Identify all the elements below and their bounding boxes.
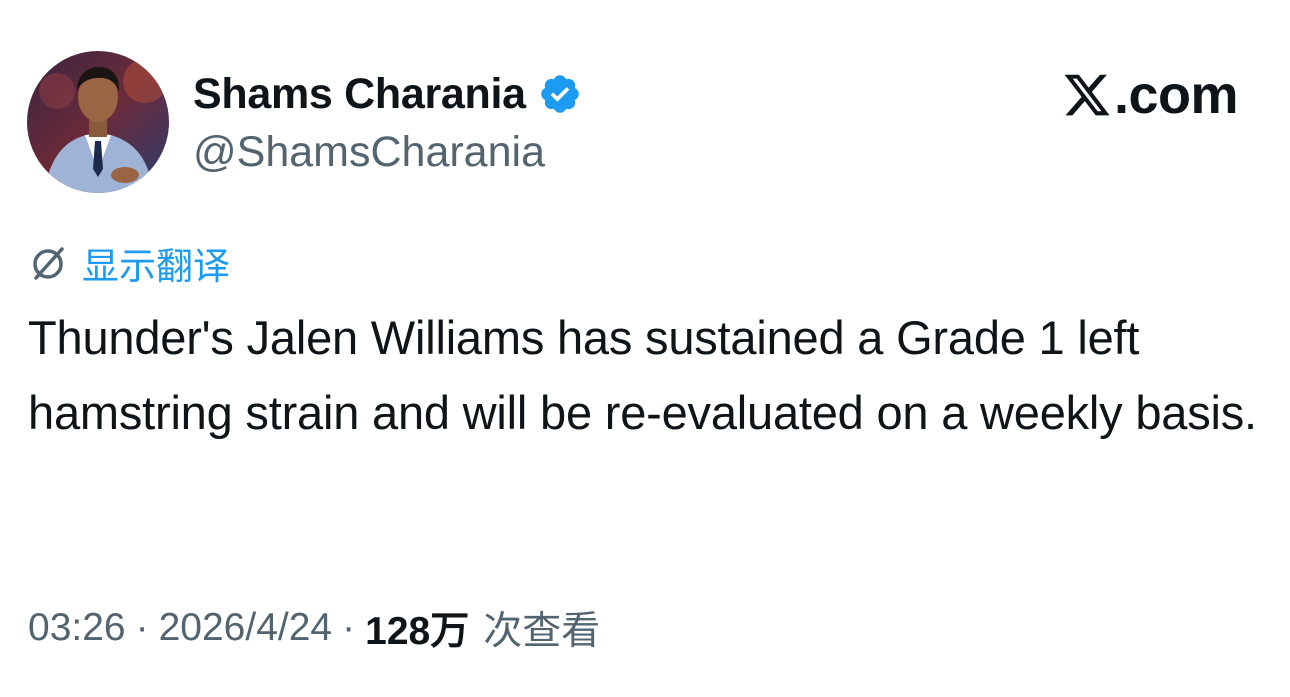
tweet-time[interactable]: 03:26 [28, 606, 126, 650]
author-display-name[interactable]: Shams Charania [193, 70, 526, 119]
tweet-meta: 03:26 · 2026/4/24 · 128万 次查看 [28, 600, 600, 656]
views-label: 次查看 [483, 609, 601, 654]
show-translation-button[interactable]: 显示翻译 [28, 236, 230, 290]
tweet-text: Thunder's Jalen Williams has sustained a… [28, 311, 1257, 439]
verified-badge-icon [538, 72, 582, 116]
tweet-date[interactable]: 2026/4/24 [159, 606, 333, 650]
avatar[interactable] [27, 51, 169, 193]
brand-domain-text: .com [1113, 65, 1239, 125]
meta-separator: · [342, 606, 356, 649]
author-name-row: Shams Charania [193, 66, 582, 122]
translate-icon [28, 243, 68, 283]
meta-separator: · [135, 606, 149, 649]
views-count: 128万 [365, 610, 470, 653]
show-translation-label: 显示翻译 [82, 245, 230, 288]
author-handle[interactable]: @ShamsCharania [193, 128, 545, 177]
x-logo-icon [1062, 70, 1112, 120]
avatar-image [27, 51, 169, 193]
x-com-brand: .com [1062, 65, 1239, 125]
